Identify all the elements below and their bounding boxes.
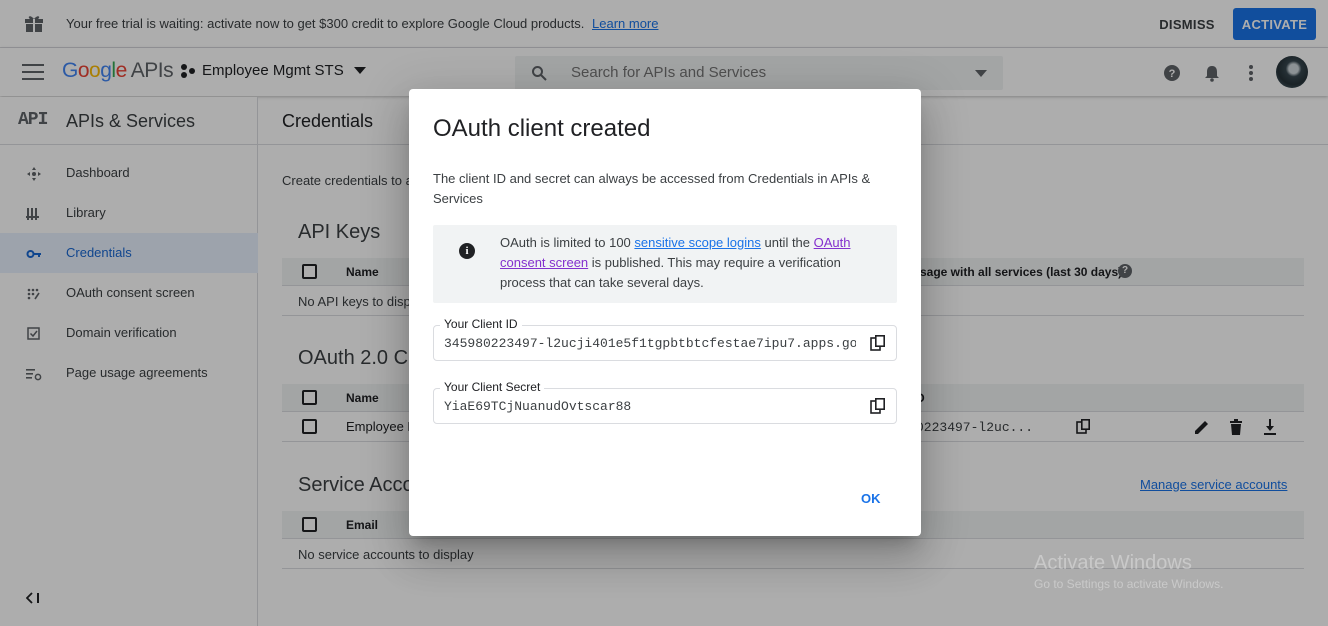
client-id-field[interactable]: Your Client ID 345980223497-l2ucji401e5f… (433, 317, 897, 361)
info-notice: i OAuth is limited to 100 sensitive scop… (433, 225, 897, 303)
client-secret-value[interactable]: YiaE69TCjNuanudOvtscar88 (444, 399, 856, 414)
watermark-title: Activate Windows (1034, 552, 1192, 574)
info-icon: i (459, 243, 475, 259)
client-id-value[interactable]: 345980223497-l2ucji401e5f1tgpbtbtcfestae… (444, 336, 856, 351)
client-secret-label: Your Client Secret (440, 380, 545, 394)
copy-icon[interactable] (870, 335, 886, 351)
windows-watermark: Activate Windows Go to Settings to activ… (1034, 552, 1223, 591)
copy-icon[interactable] (870, 398, 886, 414)
dialog-title: OAuth client created (433, 115, 651, 142)
client-id-label: Your Client ID (440, 317, 522, 331)
client-secret-field[interactable]: Your Client Secret YiaE69TCjNuanudOvtsca… (433, 380, 897, 424)
oauth-created-dialog: OAuth client created The client ID and s… (409, 89, 921, 536)
info-text: OAuth is limited to 100 sensitive scope … (500, 233, 880, 293)
dialog-description: The client ID and secret can always be a… (433, 171, 871, 206)
ok-button[interactable]: OK (861, 491, 881, 506)
watermark-subtitle: Go to Settings to activate Windows. (1034, 577, 1224, 591)
info-text-part: until the (760, 235, 814, 250)
sensitive-scope-link[interactable]: sensitive scope logins (634, 235, 760, 250)
info-text-part: OAuth is limited to 100 (500, 235, 635, 250)
